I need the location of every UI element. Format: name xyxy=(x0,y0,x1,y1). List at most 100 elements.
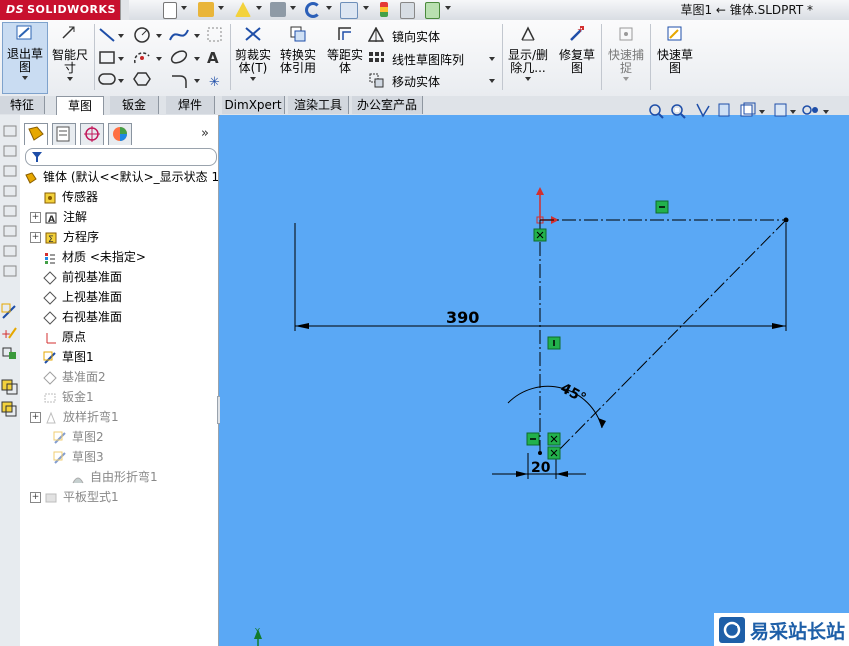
expand-toggle-icon[interactable]: + xyxy=(30,492,41,503)
linear-pattern-button[interactable]: 线性草图阵列 xyxy=(368,50,498,70)
options-dropdown-icon[interactable] xyxy=(445,6,451,10)
box-view-icon[interactable] xyxy=(3,165,17,177)
exit-sketch-button[interactable]: 退出草 图 xyxy=(2,22,48,94)
line-dropdown-icon[interactable] xyxy=(118,34,124,38)
arc-tool-icon[interactable] xyxy=(133,52,150,64)
tab-render-tools[interactable]: 渲染工具 xyxy=(288,96,349,114)
file-properties-icon[interactable] xyxy=(400,2,415,19)
new-document-icon[interactable] xyxy=(163,2,177,19)
relations-dropdown-icon[interactable] xyxy=(525,77,531,81)
mirror-entities-button[interactable]: 镜向实体 xyxy=(368,27,498,47)
box-view-icon[interactable] xyxy=(3,265,17,277)
tree-item[interactable]: + Σ 方程序 xyxy=(30,227,99,247)
tree-item[interactable]: 右视基准面 xyxy=(30,307,122,327)
select-cursor-icon[interactable] xyxy=(340,2,358,19)
arc-dropdown-icon[interactable] xyxy=(156,57,162,61)
tree-item[interactable]: 草图2 xyxy=(40,427,104,447)
options-icon[interactable] xyxy=(425,2,440,19)
quick-snaps-button[interactable]: 快速捕 捉 xyxy=(604,24,648,90)
tab-weldments[interactable]: 焊件 xyxy=(166,96,215,114)
expand-toggle-icon[interactable]: + xyxy=(30,412,41,423)
tree-item[interactable]: 钣金1 xyxy=(30,387,94,407)
box-view-icon[interactable] xyxy=(3,245,17,257)
smart-dimension-button[interactable]: 智能尺 寸 xyxy=(48,24,92,90)
slot-tool-icon[interactable] xyxy=(98,73,116,85)
save-dropdown-icon[interactable] xyxy=(256,6,262,10)
rectangle-dropdown-icon[interactable] xyxy=(118,57,124,61)
tree-item[interactable]: 材质 <未指定> xyxy=(30,247,146,267)
hide-show-items-icon[interactable] xyxy=(802,105,818,115)
tree-item[interactable]: 上视基准面 xyxy=(30,287,122,307)
trim-dropdown-icon[interactable] xyxy=(250,77,256,81)
coincident-relation-icon[interactable] xyxy=(547,446,561,460)
tab-features[interactable]: 特征 xyxy=(0,96,45,114)
dimension-390-label[interactable]: 390 xyxy=(446,308,479,327)
tree-item[interactable]: 原点 xyxy=(30,327,86,347)
dimension-angle-label[interactable]: 45° xyxy=(558,380,589,407)
quick-snaps-dropdown-icon[interactable] xyxy=(623,77,629,81)
tree-item[interactable]: 传感器 xyxy=(30,187,98,207)
sketch-small-icon[interactable] xyxy=(1,303,16,319)
select-dropdown-icon[interactable] xyxy=(363,6,369,10)
box-view-icon[interactable] xyxy=(3,225,17,237)
view-orientation-dropdown-icon[interactable] xyxy=(759,110,765,114)
open-dropdown-icon[interactable] xyxy=(218,6,224,10)
circle-dropdown-icon[interactable] xyxy=(156,34,162,38)
box-view-icon[interactable] xyxy=(3,205,17,217)
scale-entities-icon[interactable] xyxy=(1,401,17,417)
print-dropdown-icon[interactable] xyxy=(290,6,296,10)
coincident-relation-icon[interactable] xyxy=(533,228,547,242)
trim-entities-button[interactable]: 剪裁实 体(T) xyxy=(233,24,273,90)
polygon-tool-icon[interactable] xyxy=(133,72,151,86)
tab-sketch[interactable]: 草图 xyxy=(56,96,104,116)
tab-dimxpert[interactable]: DimXpert xyxy=(222,96,285,114)
coincident-relation-icon[interactable] xyxy=(547,432,561,446)
property-manager-tab[interactable] xyxy=(52,123,76,145)
tree-item[interactable]: 基准面2 xyxy=(30,367,106,387)
menu-flyout-arrow[interactable] xyxy=(120,0,129,20)
tree-filter-input[interactable] xyxy=(25,148,217,166)
display-manager-tab[interactable] xyxy=(108,123,132,145)
undo-icon[interactable] xyxy=(305,2,321,18)
print-icon[interactable] xyxy=(270,2,286,17)
ellipse-dropdown-icon[interactable] xyxy=(194,57,200,61)
fillet-dropdown-icon[interactable] xyxy=(194,79,200,83)
point-tool-icon[interactable]: ✳ xyxy=(209,75,220,90)
slot-dropdown-icon[interactable] xyxy=(118,79,124,83)
hide-show-dropdown-icon[interactable] xyxy=(823,110,829,114)
rapid-sketch-button[interactable]: 快速草 图 xyxy=(653,24,697,90)
spline-dropdown-icon[interactable] xyxy=(194,34,200,38)
tab-office-products[interactable]: 办公室产品 xyxy=(352,96,423,114)
fillet-tool-icon[interactable] xyxy=(172,75,187,88)
slanted-centerline[interactable] xyxy=(555,219,787,454)
tree-item[interactable]: + 平板型式1 xyxy=(30,487,119,507)
configuration-manager-tab[interactable] xyxy=(80,123,104,145)
circle-tool-icon[interactable] xyxy=(134,27,150,43)
rebuild-traffic-light-icon[interactable] xyxy=(380,2,388,17)
vertical-relation-icon[interactable] xyxy=(547,336,561,350)
tree-item[interactable]: 草图1 xyxy=(30,347,94,367)
solidworks-logo[interactable]: DS SOLIDWORKS xyxy=(0,0,128,20)
line-tool-icon[interactable] xyxy=(99,28,115,42)
expand-toggle-icon[interactable]: + xyxy=(30,232,41,243)
tree-item[interactable]: 自由形折弯1 xyxy=(58,467,158,487)
tree-item[interactable]: + A 注解 xyxy=(30,207,87,227)
offset-entities-button[interactable]: 等距实 体 xyxy=(323,24,367,90)
dimension-20-label[interactable]: 20 xyxy=(531,460,551,476)
expand-panel-chevron-icon[interactable]: » xyxy=(201,126,209,141)
undo-dropdown-icon[interactable] xyxy=(326,6,332,10)
repair-sketch-button[interactable]: + 修复草 图 xyxy=(555,24,599,90)
angle-dimension[interactable] xyxy=(507,385,606,429)
add-relation-icon[interactable]: + xyxy=(1,327,17,341)
sketch-endpoint[interactable] xyxy=(783,217,789,223)
tree-item[interactable]: 前视基准面 xyxy=(30,267,122,287)
move-dropdown-icon[interactable] xyxy=(489,79,495,83)
spline-tool-icon[interactable] xyxy=(169,29,189,41)
ellipse-tool-icon[interactable] xyxy=(170,49,189,66)
tab-sheet-metal[interactable]: 钣金 xyxy=(110,96,159,114)
feature-tree-tab[interactable] xyxy=(24,123,48,145)
move-small-icon[interactable] xyxy=(2,347,16,359)
box-view-icon[interactable] xyxy=(3,145,17,157)
tree-item[interactable]: 草图3 xyxy=(40,447,104,467)
text-tool-icon[interactable]: A xyxy=(207,49,219,67)
